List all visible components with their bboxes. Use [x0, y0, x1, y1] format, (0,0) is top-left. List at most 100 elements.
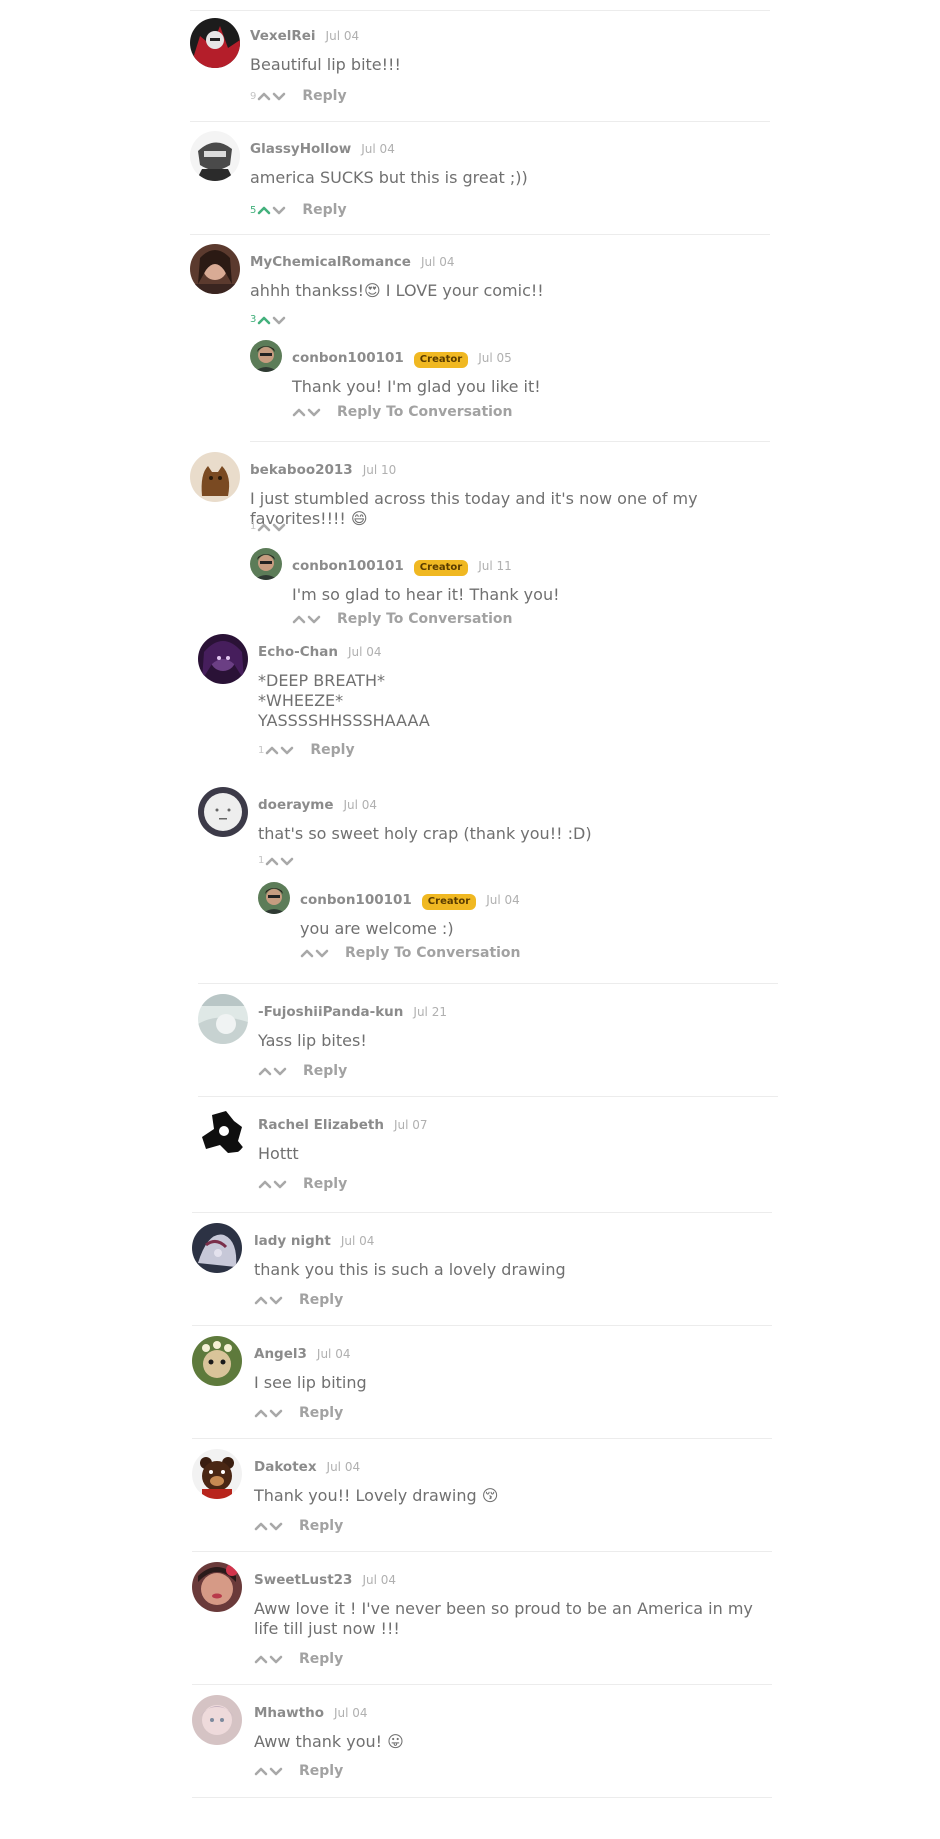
comment-divider [250, 441, 770, 442]
downvote-icon[interactable] [269, 1295, 283, 1305]
upvote-icon[interactable] [265, 745, 279, 755]
upvote-icon[interactable] [254, 1766, 268, 1776]
reply-button[interactable]: Reply [299, 1292, 343, 1308]
downvote-icon[interactable] [269, 1766, 283, 1776]
avatar[interactable] [192, 1695, 242, 1745]
downvote-icon[interactable] [269, 1408, 283, 1418]
downvote-icon[interactable] [280, 856, 294, 866]
upvote-icon[interactable] [292, 407, 306, 417]
avatar[interactable] [192, 1223, 242, 1273]
avatar[interactable] [198, 1107, 248, 1157]
username[interactable]: Rachel Elizabeth [258, 1117, 384, 1133]
downvote-icon[interactable] [272, 522, 286, 532]
comment-date: Jul 10 [362, 463, 397, 477]
comment-date: Jul 04 [362, 1573, 397, 1587]
reply-button[interactable]: Reply [303, 1063, 347, 1079]
comment-text: Thank you! I'm glad you like it! [292, 377, 541, 396]
comment-actions: Reply [254, 1405, 343, 1421]
username[interactable]: Angel3 [254, 1346, 307, 1362]
reply-button[interactable]: Reply [303, 1176, 347, 1192]
reply-to-conversation-button[interactable]: Reply To Conversation [337, 611, 513, 627]
avatar[interactable] [190, 131, 240, 181]
comment: Mhawtho Jul 04 Aww thank you! 😛 Reply [192, 1695, 770, 1779]
downvote-icon[interactable] [269, 1521, 283, 1531]
avatar[interactable] [198, 787, 248, 837]
avatar[interactable] [198, 634, 248, 684]
comment: Dakotex Jul 04 Thank you!! Lovely drawing … [192, 1449, 770, 1534]
username[interactable]: doerayme [258, 797, 333, 813]
username[interactable]: Mhawtho [254, 1705, 324, 1721]
avatar[interactable] [192, 1336, 242, 1386]
avatar[interactable] [192, 1562, 242, 1612]
comment-date: Jul 11 [478, 559, 512, 573]
reply-button[interactable]: Reply [302, 202, 346, 218]
comment-date: Jul 04 [343, 798, 378, 812]
upvote-icon[interactable] [254, 1654, 268, 1664]
comment-text: Yass lip bites! [258, 1031, 367, 1050]
username[interactable]: -FujoshiiPanda-kun [258, 1004, 403, 1020]
username[interactable]: conbon100101 [292, 558, 404, 574]
avatar[interactable] [190, 18, 240, 68]
avatar[interactable] [258, 882, 290, 914]
downvote-icon[interactable] [315, 948, 329, 958]
reply-button[interactable]: Reply [299, 1651, 343, 1667]
upvote-icon[interactable] [265, 856, 279, 866]
comment-actions: 1 Reply [258, 742, 355, 758]
downvote-icon[interactable] [272, 91, 286, 101]
avatar[interactable] [190, 244, 240, 294]
avatar[interactable] [190, 452, 240, 502]
username[interactable]: VexelRei [250, 28, 316, 44]
reply-comment: conbon100101 Creator Jul 04 you are welcome… [258, 882, 770, 962]
downvote-icon[interactable] [307, 614, 321, 624]
reply-to-conversation-button[interactable]: Reply To Conversation [337, 404, 513, 420]
reply-button[interactable]: Reply [299, 1405, 343, 1421]
upvote-icon[interactable] [258, 1066, 272, 1076]
username[interactable]: Dakotex [254, 1459, 317, 1475]
reply-button[interactable]: Reply [299, 1763, 343, 1779]
downvote-icon[interactable] [273, 1066, 287, 1076]
comment-text: you are welcome :) [300, 919, 454, 938]
downvote-icon[interactable] [272, 315, 286, 325]
username[interactable]: Echo-Chan [258, 644, 338, 660]
downvote-icon[interactable] [269, 1654, 283, 1664]
reply-comment: conbon100101 Creator Jul 11 I'm so glad to … [250, 548, 770, 628]
avatar[interactable] [198, 994, 248, 1044]
username[interactable]: GlassyHollow [250, 141, 351, 157]
reply-button[interactable]: Reply [310, 742, 354, 758]
upvote-icon[interactable] [257, 91, 271, 101]
downvote-icon[interactable] [273, 1179, 287, 1189]
comment-divider [192, 1797, 772, 1798]
username[interactable]: SweetLust23 [254, 1572, 352, 1588]
reply-button[interactable]: Reply [302, 88, 346, 104]
upvote-icon[interactable] [257, 522, 271, 532]
avatar[interactable] [250, 548, 282, 580]
upvote-icon[interactable] [258, 1179, 272, 1189]
vote-count: 1 [258, 855, 265, 866]
comment: Angel3 Jul 04 I see lip biting Reply [192, 1336, 770, 1421]
comment-actions: Reply [254, 1763, 343, 1779]
downvote-icon[interactable] [280, 745, 294, 755]
comment-date: Jul 04 [316, 1347, 351, 1361]
avatar[interactable] [192, 1449, 242, 1499]
downvote-icon[interactable] [307, 407, 321, 417]
comment-actions: Reply [258, 1176, 347, 1192]
upvote-icon[interactable] [254, 1295, 268, 1305]
comment: Rachel Elizabeth Jul 07 Hottt Reply [198, 1107, 770, 1192]
upvote-icon[interactable] [300, 948, 314, 958]
username[interactable]: conbon100101 [300, 892, 412, 908]
upvote-icon[interactable] [257, 315, 271, 325]
upvote-icon[interactable] [257, 205, 271, 215]
comment-text: thank you this is such a lovely drawing [254, 1260, 566, 1279]
username[interactable]: MyChemicalRomance [250, 254, 411, 270]
username[interactable]: lady night [254, 1233, 331, 1249]
avatar[interactable] [250, 340, 282, 372]
username[interactable]: bekaboo2013 [250, 462, 353, 478]
downvote-icon[interactable] [272, 205, 286, 215]
upvote-icon[interactable] [254, 1521, 268, 1531]
upvote-icon[interactable] [292, 614, 306, 624]
upvote-icon[interactable] [254, 1408, 268, 1418]
reply-to-conversation-button[interactable]: Reply To Conversation [345, 945, 521, 961]
username[interactable]: conbon100101 [292, 350, 404, 366]
reply-button[interactable]: Reply [299, 1518, 343, 1534]
vote-count: 1 [250, 521, 257, 532]
